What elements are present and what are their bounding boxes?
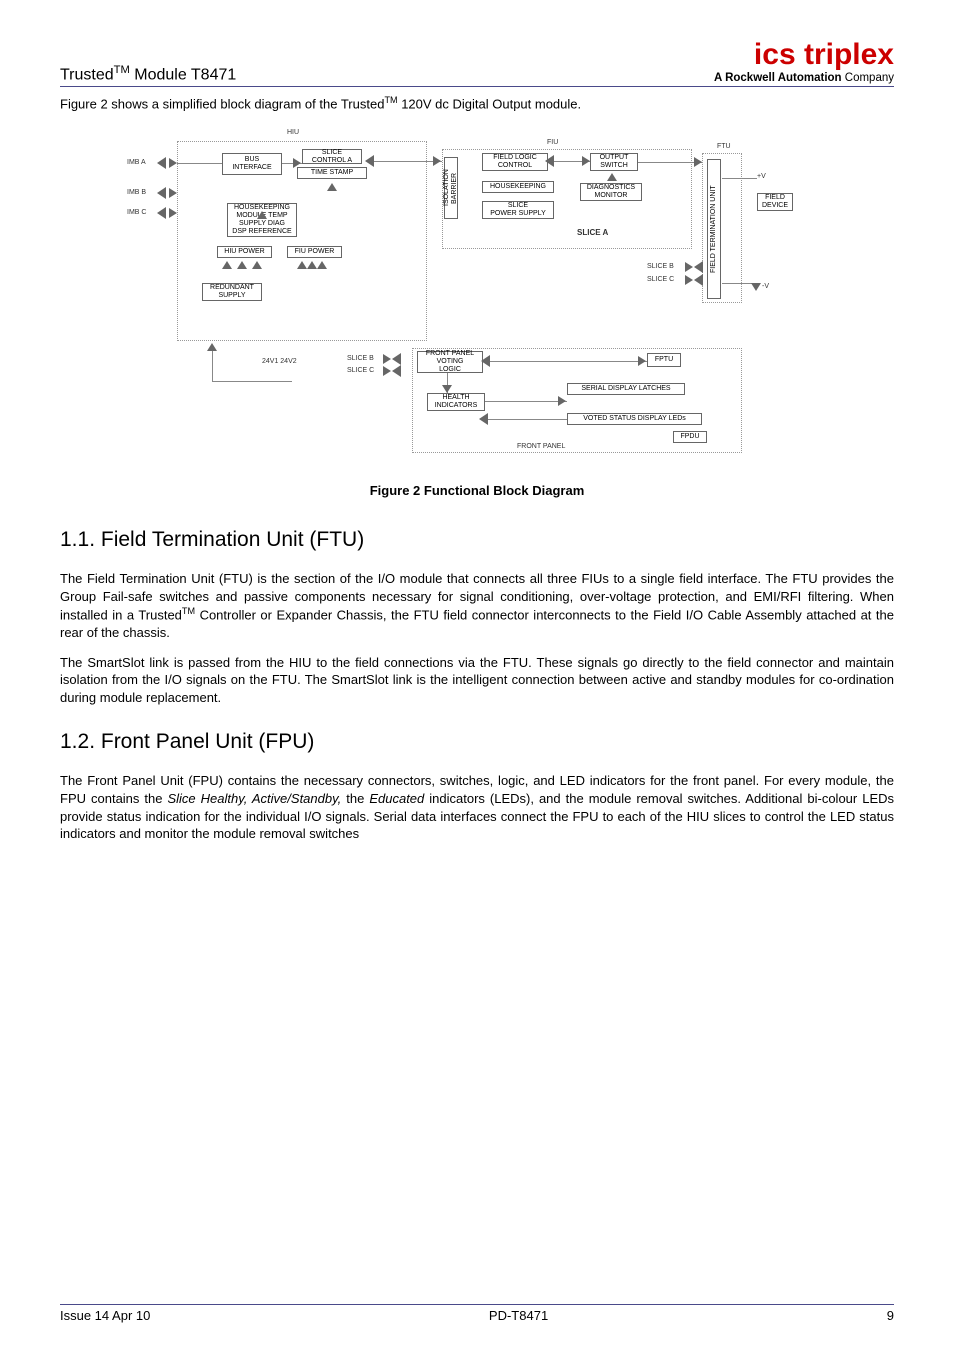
imb-c-arrow	[157, 207, 166, 219]
header-divider	[60, 86, 894, 87]
logo-sub-bold: A Rockwell Automation	[714, 72, 842, 84]
slice-control-a-box: SLICECONTROL A	[302, 149, 362, 164]
imb-a-label: IMB A	[127, 159, 146, 166]
logo-sub-plain: Company	[842, 72, 894, 84]
page-header: TrustedTM Module T8471 ics triplex A Roc…	[60, 40, 894, 84]
slice-b-psu-label: SLICE B	[347, 355, 374, 362]
imb-c-label: IMB C	[127, 209, 146, 216]
page-footer: Issue 14 Apr 10 PD-T8471 9	[60, 1304, 894, 1323]
imb-b-arrow	[157, 187, 166, 199]
intro-post: 120V dc Digital Output module.	[398, 96, 582, 111]
intro-pre: Figure 2 shows a simplified block diagra…	[60, 96, 384, 111]
section-ftu: 1.1. Field Termination Unit (FTU) The Fi…	[60, 528, 894, 706]
header-tm: TM	[114, 64, 130, 76]
plus-v-label: +V	[757, 173, 766, 180]
minus-v-arrow	[751, 283, 761, 291]
imb-b-label: IMB B	[127, 189, 146, 196]
redundant-supply-box: REDUNDANTSUPPLY	[202, 283, 262, 301]
housekeeping-module-box: HOUSEKEEPINGMODULE TEMPSUPPLY DIAGDSP RE…	[227, 203, 297, 237]
footer-divider	[60, 1304, 894, 1305]
bus-interface-box: BUSINTERFACE	[222, 153, 282, 175]
section-ftu-p2: The SmartSlot link is passed from the HI…	[60, 654, 894, 707]
time-stamp-box: TIME STAMP	[297, 167, 367, 179]
minus-v-label: -V	[762, 283, 769, 290]
brand-logo: ics triplex A Rockwell Automation Compan…	[714, 40, 894, 84]
header-prefix: Trusted	[60, 66, 114, 83]
diagnostics-monitor-box: DIAGNOSTICSMONITOR	[580, 183, 642, 201]
imb-a-arrow-r	[169, 158, 177, 168]
fpu-p1-b: the	[341, 791, 369, 806]
slice-b-fiu-label: SLICE B	[647, 263, 674, 270]
fiu-power-box: FIU POWER	[287, 246, 342, 258]
intro-paragraph: Figure 2 shows a simplified block diagra…	[60, 95, 894, 111]
serial-display-latches-box: SERIAL DISPLAY LATCHES	[567, 383, 685, 395]
slice-c-psu-label: SLICE C	[347, 367, 374, 374]
section-ftu-heading: 1.1. Field Termination Unit (FTU)	[60, 528, 894, 552]
ftu-label: FTU	[717, 143, 731, 150]
figure-caption: Figure 2 Functional Block Diagram	[60, 483, 894, 498]
hiu-label: HIU	[287, 129, 299, 136]
slice-power-supply-box: SLICEPOWER SUPPLY	[482, 201, 554, 219]
fpu-p1-i1: Slice Healthy, Active/Standby,	[167, 791, 341, 806]
header-module-title: TrustedTM Module T8471	[60, 64, 236, 84]
field-termination-unit-box: FIELD TERMINATION UNIT	[707, 159, 721, 299]
front-panel-voting-logic-box: FRONT PANELVOTINGLOGIC	[417, 351, 483, 373]
output-switch-box: OUTPUTSWITCH	[590, 153, 638, 171]
isolation-barrier-box: ISOLATIONBARRIER	[444, 157, 458, 219]
slice-c-fiu-label: SLICE C	[647, 276, 674, 283]
section-fpu-heading: 1.2. Front Panel Unit (FPU)	[60, 730, 894, 754]
logo-sub-text: A Rockwell Automation Company	[714, 72, 894, 84]
footer-docid: PD-T8471	[489, 1308, 548, 1323]
header-suffix: Module T8471	[130, 66, 236, 83]
imb-b-arrow-r	[169, 188, 177, 198]
fpdu-box: FPDU	[673, 431, 707, 443]
footer-issue: Issue 14 Apr 10	[60, 1308, 150, 1323]
front-panel-label: FRONT PANEL	[517, 443, 565, 450]
footer-page-number: 9	[887, 1308, 894, 1323]
logo-main-text: ics triplex	[714, 40, 894, 70]
fiu-group	[442, 149, 692, 249]
slice-a-label: SLICE A	[577, 228, 608, 237]
fptu-box: FPTU	[647, 353, 681, 367]
fiu-label: FIU	[547, 139, 558, 146]
block-diagram: HIU FIU FTU FRONT PANEL IMB A IMB B IMB …	[117, 123, 837, 463]
fpu-p1-i2: Educated	[369, 791, 424, 806]
section-ftu-p1: The Field Termination Unit (FTU) is the …	[60, 570, 894, 642]
intro-tm: TM	[384, 95, 397, 105]
voltage-24v-label: 24V1 24V2	[262, 358, 297, 365]
section-fpu-p1: The Front Panel Unit (FPU) contains the …	[60, 772, 894, 842]
housekeeping-box: HOUSEKEEPING	[482, 181, 554, 193]
ftu-p1-tm: TM	[182, 606, 195, 616]
field-logic-control-box: FIELD LOGICCONTROL	[482, 153, 548, 171]
hiu-power-box: HIU POWER	[217, 246, 272, 258]
section-fpu: 1.2. Front Panel Unit (FPU) The Front Pa…	[60, 730, 894, 842]
field-device-box: FIELDDEVICE	[757, 193, 793, 211]
imb-a-arrow	[157, 157, 166, 169]
health-indicators-box: HEALTHINDICATORS	[427, 393, 485, 411]
voted-status-display-leds-box: VOTED STATUS DISPLAY LEDs	[567, 413, 702, 425]
imb-c-arrow-r	[169, 208, 177, 218]
